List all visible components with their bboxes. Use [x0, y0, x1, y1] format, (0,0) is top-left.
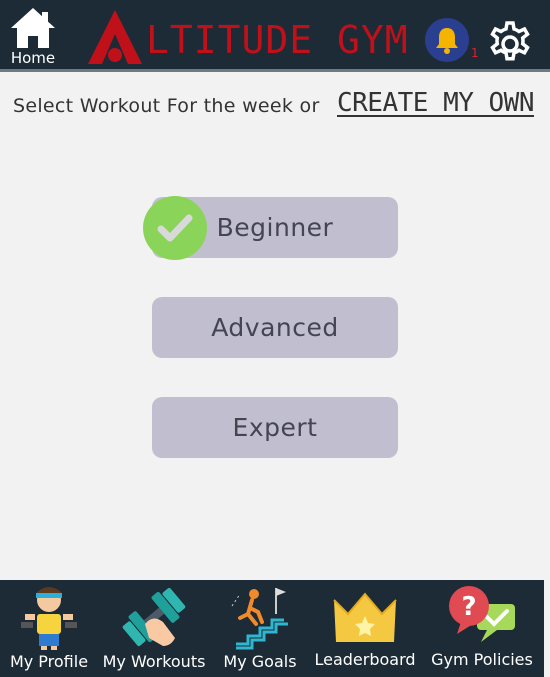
nav-my-goals[interactable]: My Goals [210, 580, 310, 677]
notifications-button[interactable] [425, 18, 469, 62]
nav-leaderboard-label: Leaderboard [314, 650, 416, 669]
logo-a-icon [88, 10, 142, 64]
gear-icon [490, 21, 530, 61]
home-icon [11, 8, 55, 48]
app-header: Home LTITUDE GYM 1 [0, 0, 550, 72]
profile-icon [21, 587, 77, 650]
checkmark-icon [157, 214, 193, 242]
nav-my-goals-label: My Goals [223, 652, 297, 671]
nav-my-workouts[interactable]: My Workouts [98, 580, 210, 677]
dumbbell-icon [122, 587, 186, 647]
nav-my-profile-label: My Profile [9, 652, 89, 671]
advanced-button[interactable]: Advanced [152, 297, 398, 358]
gym-logo: LTITUDE GYM [84, 8, 408, 64]
notification-count: 1 [471, 46, 479, 60]
nav-gym-policies-label: Gym Policies [431, 650, 533, 669]
crown-icon [333, 592, 397, 642]
home-button[interactable]: Home [6, 6, 60, 68]
bell-icon [425, 18, 469, 62]
nav-leaderboard[interactable]: Leaderboard [310, 580, 420, 677]
home-label: Home [10, 49, 56, 67]
nav-gym-policies[interactable]: ? Gym Policies [420, 580, 544, 677]
workout-prompt: Select Workout For the week or [13, 95, 320, 117]
create-my-own-link[interactable]: CREATE MY OWN [337, 88, 535, 118]
selected-check-badge [143, 196, 207, 260]
nav-my-profile[interactable]: My Profile [0, 580, 98, 677]
nav-my-workouts-label: My Workouts [102, 652, 206, 671]
settings-button[interactable] [486, 18, 534, 66]
bottom-nav: My Profile My Workouts My Goals Leaderbo… [0, 580, 544, 677]
logo-text: LTITUDE GYM [146, 18, 409, 62]
goals-stairs-icon [231, 588, 288, 650]
svg-text:?: ? [461, 592, 476, 622]
expert-button[interactable]: Expert [152, 397, 398, 458]
policies-question-icon: ? [449, 586, 515, 642]
